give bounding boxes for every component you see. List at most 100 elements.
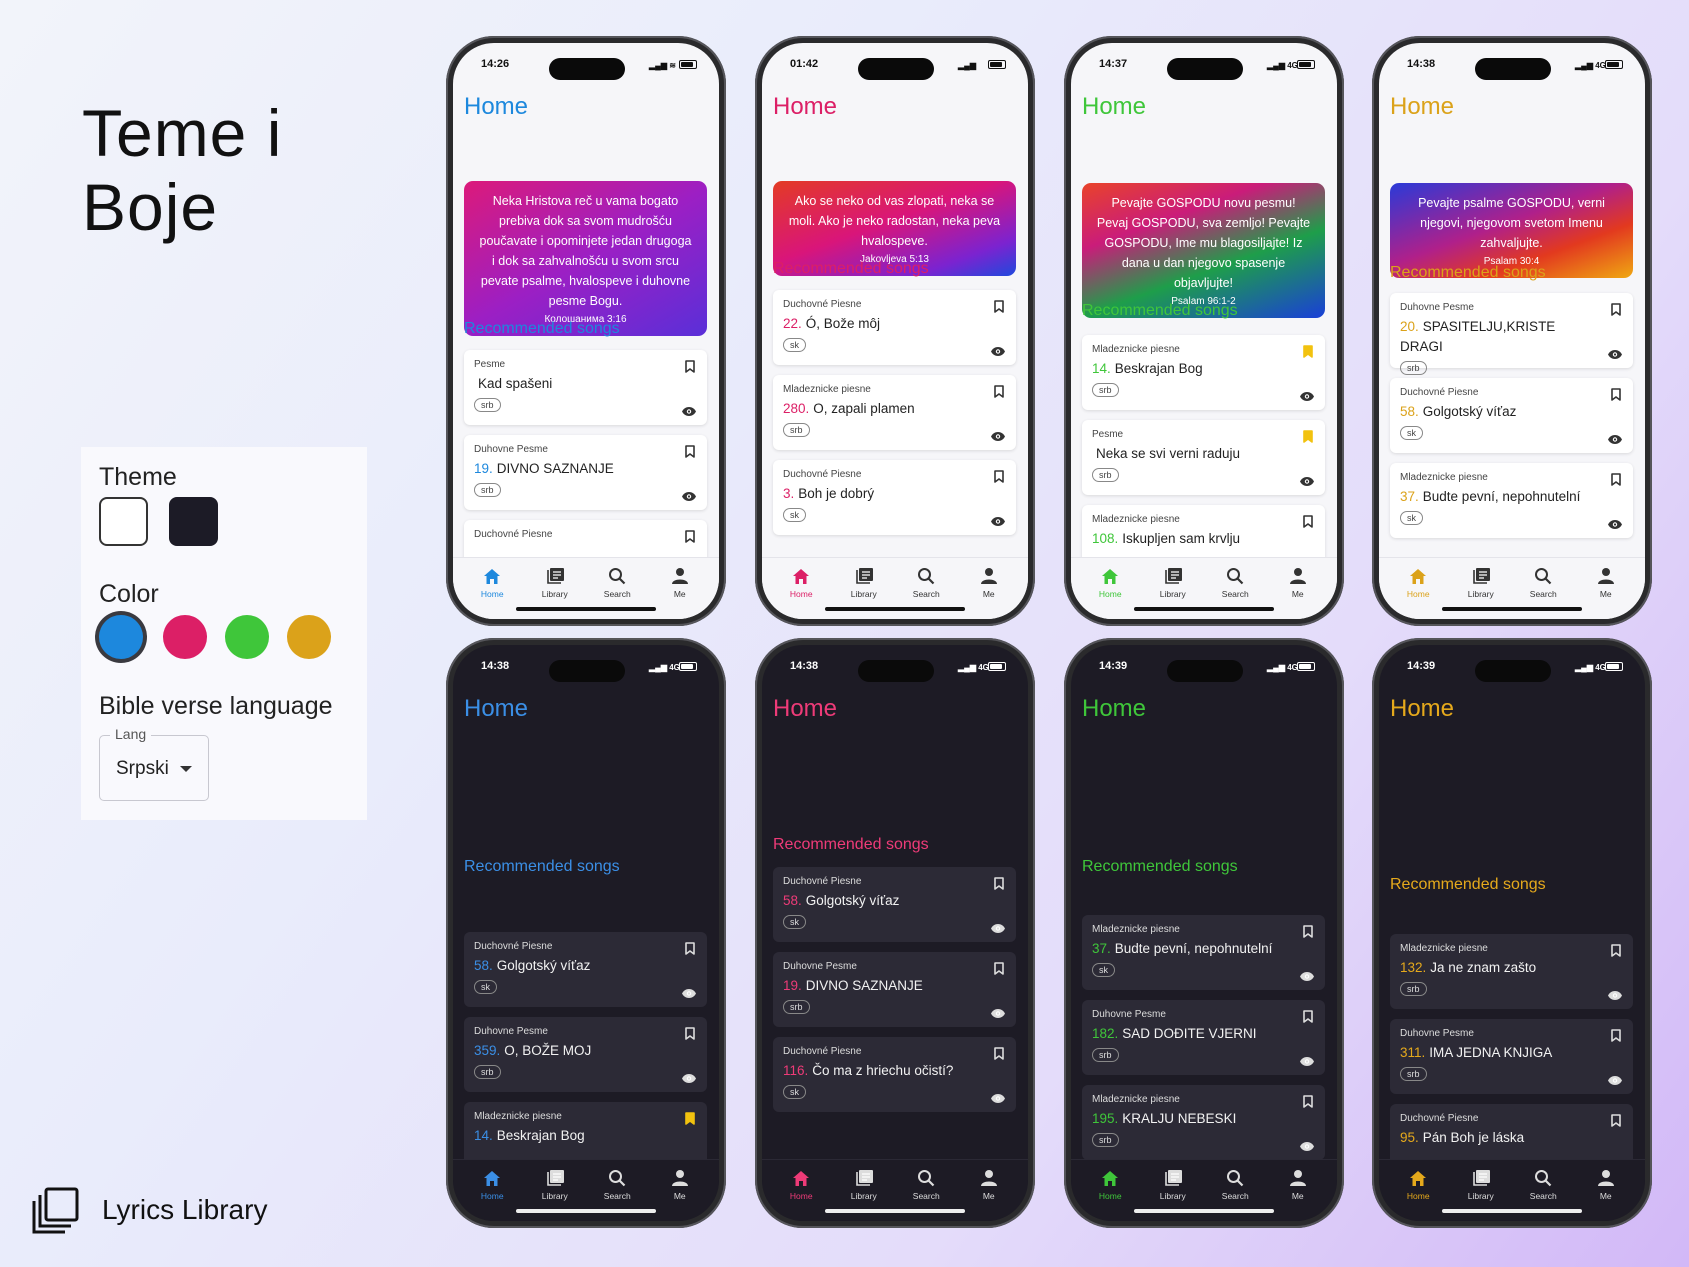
bookmark-icon[interactable]: [1303, 925, 1313, 938]
song-card[interactable]: Duhovne Pesme 20. SPASITELJU,KRISTE DRAGI…: [1390, 293, 1633, 375]
eye-icon[interactable]: [682, 488, 696, 501]
song-number: 116.: [783, 1063, 809, 1078]
song-title: Golgotský víťaz: [805, 893, 900, 908]
eye-icon[interactable]: [991, 920, 1005, 933]
bookmark-icon[interactable]: [685, 445, 695, 458]
song-card[interactable]: Mladeznicke piesne 37. Budte pevní, nepoh…: [1390, 463, 1633, 538]
eye-icon[interactable]: [1300, 1138, 1314, 1151]
song-card[interactable]: Duchovné Piesne 58. Golgotský víťaz sk: [1390, 378, 1633, 453]
bookmark-icon[interactable]: [1611, 944, 1621, 957]
bookmark-icon[interactable]: [685, 1027, 695, 1040]
song-card[interactable]: Mladeznicke piesne 132. Ja ne znam zašto …: [1390, 934, 1633, 1009]
nav-home[interactable]: Home: [1085, 1160, 1135, 1221]
bookmark-icon[interactable]: [994, 470, 1004, 483]
nav-home[interactable]: Home: [1085, 558, 1135, 619]
eye-icon[interactable]: [991, 343, 1005, 356]
library-icon: [530, 1168, 580, 1188]
bookmark-filled-icon[interactable]: [1303, 345, 1313, 358]
nav-me[interactable]: Me: [1581, 1160, 1631, 1221]
bookmark-icon[interactable]: [685, 942, 695, 955]
song-card[interactable]: Duchovné Piesne 58. Golgotský víťaz sk: [464, 932, 707, 1007]
song-card[interactable]: Duchovné Piesne 116. Čo ma z hriechu očis…: [773, 1037, 1016, 1112]
color-blue-swatch[interactable]: [99, 615, 143, 659]
song-card[interactable]: Duhovne Pesme 311. IMA JEDNA KNJIGA srb: [1390, 1019, 1633, 1094]
bookmark-icon[interactable]: [994, 1047, 1004, 1060]
theme-light-swatch[interactable]: [99, 497, 148, 546]
eye-icon[interactable]: [1608, 1072, 1622, 1085]
eye-icon[interactable]: [1300, 388, 1314, 401]
nav-me[interactable]: Me: [655, 1160, 705, 1221]
nav-me[interactable]: Me: [655, 558, 705, 619]
song-card[interactable]: Mladeznicke piesne 280. O, zapali plamen …: [773, 375, 1016, 450]
bookmark-icon[interactable]: [1611, 1114, 1621, 1127]
eye-icon[interactable]: [991, 1005, 1005, 1018]
song-card[interactable]: Mladeznicke piesne 37. Budte pevní, nepoh…: [1082, 915, 1325, 990]
color-green-swatch[interactable]: [225, 615, 269, 659]
song-title-line: Kad spašeni: [474, 374, 697, 394]
bookmark-icon[interactable]: [1611, 388, 1621, 401]
nav-home[interactable]: Home: [467, 558, 517, 619]
nav-home[interactable]: Home: [776, 558, 826, 619]
bookmark-icon[interactable]: [1611, 1029, 1621, 1042]
nav-me[interactable]: Me: [1581, 558, 1631, 619]
bookmark-icon[interactable]: [1611, 473, 1621, 486]
nav-me[interactable]: Me: [1273, 558, 1323, 619]
signal-icon: ▂▄▆ 4G: [1267, 663, 1298, 672]
nav-me[interactable]: Me: [964, 558, 1014, 619]
song-card[interactable]: Duhovne Pesme 359. O, BOŽE MOJ srb: [464, 1017, 707, 1092]
nav-home[interactable]: Home: [1393, 558, 1443, 619]
bookmark-icon[interactable]: [685, 360, 695, 373]
verse-card[interactable]: Pevajte GOSPODU novu pesmu! Pevaj GOSPOD…: [1082, 183, 1325, 318]
bookmark-filled-icon[interactable]: [685, 1112, 695, 1125]
song-title: Ja ne znam zašto: [1430, 960, 1537, 975]
bookmark-icon[interactable]: [1303, 515, 1313, 528]
song-card[interactable]: Duhovne Pesme 182. SAD DOĐITE VJERNI srb: [1082, 1000, 1325, 1075]
bookmark-icon[interactable]: [1303, 1095, 1313, 1108]
lang-select[interactable]: Lang Srpski: [99, 726, 209, 801]
eye-icon[interactable]: [991, 428, 1005, 441]
bookmark-icon[interactable]: [1303, 1010, 1313, 1023]
eye-icon[interactable]: [991, 1090, 1005, 1103]
eye-icon[interactable]: [1608, 346, 1622, 359]
song-card[interactable]: Duchovné Piesne 58. Golgotský víťaz sk: [773, 867, 1016, 942]
song-card[interactable]: Pesme Kad spašeni srb: [464, 350, 707, 425]
bookmark-icon[interactable]: [994, 877, 1004, 890]
bookmark-icon[interactable]: [994, 962, 1004, 975]
battery-icon: [988, 662, 1006, 671]
bookmark-icon[interactable]: [685, 530, 695, 543]
nav-me[interactable]: Me: [1273, 1160, 1323, 1221]
eye-icon[interactable]: [1608, 987, 1622, 1000]
song-card[interactable]: Pesme Neka se svi verni raduju srb: [1082, 420, 1325, 495]
eye-icon[interactable]: [682, 985, 696, 998]
nav-home[interactable]: Home: [776, 1160, 826, 1221]
eye-icon[interactable]: [991, 513, 1005, 526]
color-gold-swatch[interactable]: [287, 615, 331, 659]
song-card[interactable]: Duhovne Pesme 19. DIVNO SAZNANJE srb: [464, 435, 707, 510]
eye-icon[interactable]: [1608, 431, 1622, 444]
bookmark-icon[interactable]: [1611, 303, 1621, 316]
bookmark-icon[interactable]: [994, 385, 1004, 398]
song-card[interactable]: Duchovné Piesne 22. Ó, Bože môj sk: [773, 290, 1016, 365]
song-card[interactable]: Duhovne Pesme 19. DIVNO SAZNANJE srb: [773, 952, 1016, 1027]
song-card[interactable]: Duchovné Piesne 3. Boh je dobrý sk: [773, 460, 1016, 535]
verse-card[interactable]: Neka Hristova reč u vama bogato prebiva …: [464, 181, 707, 336]
eye-icon[interactable]: [1300, 1053, 1314, 1066]
songbook-name: Duchovné Piesne: [783, 469, 862, 480]
theme-label: Theme: [99, 463, 177, 491]
eye-icon[interactable]: [1608, 516, 1622, 529]
eye-icon[interactable]: [682, 403, 696, 416]
phone-mockup-3: 14:37 ▂▄▆ 4G Home Pevajte GOSPODU novu p…: [1064, 36, 1344, 626]
nav-me[interactable]: Me: [964, 1160, 1014, 1221]
bookmark-filled-icon[interactable]: [1303, 430, 1313, 443]
song-card[interactable]: Mladeznicke piesne 195. KRALJU NEBESKI sr…: [1082, 1085, 1325, 1160]
eye-icon[interactable]: [1300, 968, 1314, 981]
nav-home[interactable]: Home: [1393, 1160, 1443, 1221]
brand-name: Lyrics Library: [102, 1194, 268, 1225]
song-card[interactable]: Mladeznicke piesne 14. Beskrajan Bog srb: [1082, 335, 1325, 410]
bookmark-icon[interactable]: [994, 300, 1004, 313]
theme-dark-swatch[interactable]: [169, 497, 218, 546]
color-pink-swatch[interactable]: [163, 615, 207, 659]
eye-icon[interactable]: [1300, 473, 1314, 486]
eye-icon[interactable]: [682, 1070, 696, 1083]
nav-home[interactable]: Home: [467, 1160, 517, 1221]
